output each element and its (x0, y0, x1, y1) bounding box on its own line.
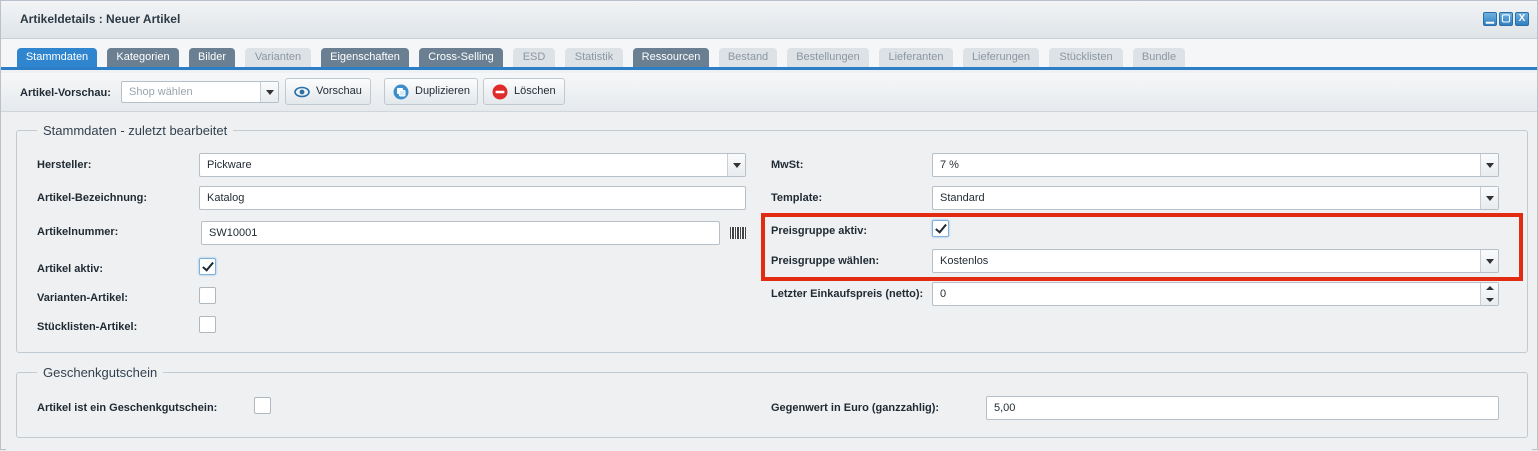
stammdaten-legend: Stammdaten - zuletzt bearbeitet (37, 123, 234, 138)
delete-icon (492, 84, 508, 100)
duplicate-button-label: Duplizieren (415, 85, 471, 97)
mwst-label: MwSt: (771, 159, 804, 171)
is-voucher-label: Artikel ist ein Geschenkgutschein: (37, 402, 218, 414)
barcode-icon[interactable] (730, 227, 746, 239)
einkaufspreis-input[interactable]: 0 (932, 282, 1499, 306)
delete-button-label: Löschen (514, 85, 556, 97)
chevron-down-icon[interactable] (1480, 187, 1498, 209)
gegenwert-value: 5,00 (994, 402, 1016, 414)
minimize-icon[interactable]: ▁ (1483, 12, 1497, 26)
is-voucher-checkbox[interactable] (254, 397, 271, 414)
tab-ressourcen[interactable]: Ressourcen (633, 48, 709, 67)
preview-button[interactable]: Vorschau (285, 78, 371, 105)
bezeichnung-value: Katalog (207, 192, 245, 204)
article-details-window: Artikeldetails : Neuer Artikel ▁ ▢ X Sta… (0, 0, 1538, 451)
spinner-down-icon[interactable] (1486, 298, 1494, 302)
number-spinner[interactable] (1480, 283, 1498, 305)
gegenwert-input[interactable]: 5,00 (986, 396, 1499, 420)
duplicate-button[interactable]: Duplizieren (384, 78, 478, 105)
shop-select[interactable]: Shop wählen (121, 81, 279, 103)
tab-bar: Stammdaten Kategorien Bilder Varianten E… (1, 39, 1537, 70)
template-value: Standard (940, 192, 985, 204)
einkaufspreis-value: 0 (940, 288, 947, 300)
bezeichnung-label: Artikel-Bezeichnung: (37, 192, 148, 204)
template-label: Template: (771, 192, 823, 204)
delete-button[interactable]: Löschen (483, 78, 565, 105)
shop-select-placeholder: Shop wählen (129, 86, 193, 98)
tab-bilder[interactable]: Bilder (189, 48, 235, 67)
stueckliste-label: Stücklisten-Artikel: (37, 321, 138, 333)
tab-lieferungen[interactable]: Lieferungen (963, 48, 1039, 67)
window-controls: ▁ ▢ X (1483, 12, 1529, 26)
window-title: Artikeldetails : Neuer Artikel (20, 12, 181, 26)
close-icon[interactable]: X (1515, 12, 1529, 26)
tab-bestand[interactable]: Bestand (719, 48, 777, 67)
aktiv-label: Artikel aktiv: (37, 263, 104, 275)
toolbar: Artikel-Vorschau: Shop wählen Vorschau D… (1, 73, 1537, 112)
varianten-label: Varianten-Artikel: (37, 292, 129, 304)
duplicate-icon (393, 84, 409, 100)
hersteller-select[interactable]: Pickware (199, 153, 746, 177)
tab-esd[interactable]: ESD (513, 48, 555, 67)
tab-varianten[interactable]: Varianten (245, 48, 311, 67)
eye-icon (294, 86, 310, 98)
tab-lieferanten[interactable]: Lieferanten (879, 48, 953, 67)
geschenkgutschein-legend: Geschenkgutschein (37, 365, 164, 380)
hersteller-value: Pickware (207, 159, 252, 171)
stueckliste-checkbox[interactable] (199, 316, 216, 333)
artikelnummer-input[interactable]: SW10001 (201, 221, 720, 245)
mwst-select[interactable]: 7 % (932, 153, 1499, 177)
tab-kategorien[interactable]: Kategorien (107, 48, 179, 67)
chevron-down-icon[interactable] (260, 82, 278, 102)
spinner-up-icon[interactable] (1486, 286, 1494, 290)
tab-stammdaten[interactable]: Stammdaten (17, 48, 97, 67)
highlight-box (761, 213, 1523, 281)
tab-eigenschaften[interactable]: Eigenschaften (321, 48, 409, 67)
varianten-checkbox[interactable] (199, 287, 216, 304)
template-select[interactable]: Standard (932, 186, 1499, 210)
preview-label: Artikel-Vorschau: (20, 87, 111, 99)
preview-button-label: Vorschau (316, 85, 362, 97)
artikelnummer-value: SW10001 (209, 227, 258, 239)
tab-stuecklisten[interactable]: Stücklisten (1049, 48, 1123, 67)
hersteller-label: Hersteller: (37, 159, 92, 171)
maximize-icon[interactable]: ▢ (1499, 12, 1513, 26)
gegenwert-label: Gegenwert in Euro (ganzzahlig): (771, 402, 940, 414)
tab-bestellungen[interactable]: Bestellungen (787, 48, 869, 67)
chevron-down-icon[interactable] (1480, 154, 1498, 176)
chevron-down-icon[interactable] (727, 154, 745, 176)
tab-cross-selling[interactable]: Cross-Selling (419, 48, 503, 67)
tab-bundle[interactable]: Bundle (1133, 48, 1185, 67)
einkaufspreis-label: Letzter Einkaufspreis (netto): (771, 288, 924, 300)
mwst-value: 7 % (940, 159, 959, 171)
artikelnummer-label: Artikelnummer: (37, 226, 119, 238)
window-titlebar[interactable]: Artikeldetails : Neuer Artikel ▁ ▢ X (1, 1, 1537, 39)
aktiv-checkbox[interactable] (199, 258, 216, 275)
bezeichnung-input[interactable]: Katalog (199, 186, 746, 210)
tab-statistik[interactable]: Statistik (565, 48, 623, 67)
